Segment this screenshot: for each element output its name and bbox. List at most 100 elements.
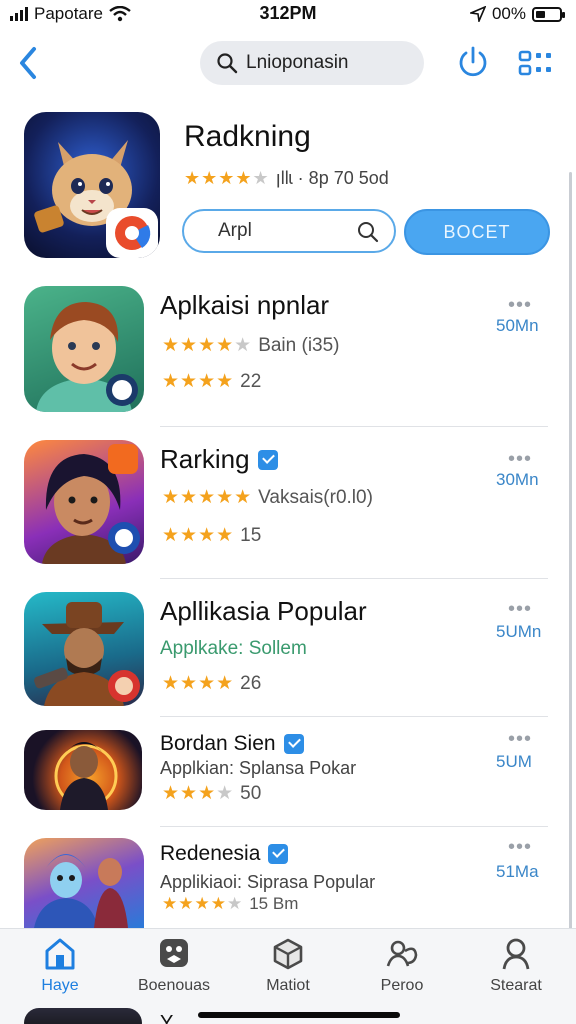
home-indicator[interactable]: [198, 1012, 400, 1018]
cat-mascot-icon: [34, 140, 158, 258]
verified-icon: [268, 844, 289, 864]
list-item[interactable]: Aplkaisi npnlar ★★★★★ Bain (i35) ★★★★ 22…: [0, 286, 576, 427]
box-icon: [273, 938, 303, 970]
star-rating-icon: ★★★★: [162, 673, 235, 694]
rating-count: 50: [240, 782, 262, 804]
character-icon: [34, 602, 140, 706]
more-icon[interactable]: •••: [508, 295, 532, 315]
tab-label: Matiot: [266, 977, 310, 994]
app-subtitle: Bain (i35): [258, 334, 340, 356]
divider: [160, 826, 548, 827]
tab-home[interactable]: Haye: [10, 937, 110, 995]
app-title: Aplkaisi npnlar: [160, 290, 330, 320]
back-chevron-icon[interactable]: [14, 44, 44, 82]
power-icon[interactable]: [456, 45, 490, 79]
app-title: Redenesia: [160, 842, 261, 865]
location-icon: [469, 6, 486, 22]
tab-label: Stearat: [490, 977, 542, 994]
status-bar: Papotare 312PM 00%: [0, 0, 576, 30]
app-subtitle-row: ★★★★★ Vaksais(r0.l0): [162, 486, 373, 509]
star-rating-icon: ★★★★★: [162, 894, 244, 913]
list-item[interactable]: Apllikasia Popular Applkake: Sollem ★★★★…: [0, 592, 576, 722]
app-subtitle: Applikiaoi: Siprasa Popular: [160, 872, 376, 892]
app-rating: ★★★★ 26: [162, 672, 261, 695]
character-icon: [36, 302, 138, 412]
tab-label: Boenouas: [137, 977, 211, 994]
search-field[interactable]: Lnioponasin: [200, 41, 424, 85]
app-size: 5UMn: [496, 622, 542, 641]
tab-people[interactable]: Peroo: [352, 937, 452, 995]
featured-input-value: Arpl: [218, 220, 252, 241]
character-icon: [34, 854, 128, 928]
get-button[interactable]: BOCET: [404, 209, 550, 255]
app-title-row: Redenesia: [160, 842, 289, 866]
app-title-row: Bordan Sien: [160, 732, 304, 756]
search-icon: [217, 53, 238, 74]
search-icon: [358, 222, 379, 243]
list-item[interactable]: Bordan Sien Applkian: Splansa Pokar ★★★★…: [0, 729, 576, 840]
featured-app-icon[interactable]: [24, 112, 160, 258]
grid-menu-icon[interactable]: [518, 48, 554, 78]
app-title: Bordan Sien: [160, 732, 276, 755]
games-icon: [160, 939, 188, 967]
divider: [160, 426, 548, 427]
verified-icon: [283, 734, 304, 754]
search-placeholder: Lnioponasin: [246, 52, 349, 73]
app-icon: [24, 838, 144, 928]
list-item[interactable]: Rarking ★★★★★ Vaksais(r0.l0) ★★★★ 15 •••…: [0, 440, 576, 580]
app-title-row: Rarking: [160, 444, 278, 475]
app-subtitle: Vaksais(r0.l0): [258, 486, 373, 508]
app-rating: ★★★★ 50: [162, 782, 261, 805]
featured-rating: ★★★★★ ꞁllɩ · 8p 70 5od: [184, 168, 389, 189]
tab-search[interactable]: Stearat: [466, 937, 566, 995]
app-subtitle: Applkian: Splansa Pokar: [160, 758, 357, 778]
app-icon: [24, 730, 142, 810]
more-icon[interactable]: •••: [508, 599, 532, 619]
rating-count: 15 Bm: [249, 894, 299, 913]
tab-label: Peroo: [380, 977, 424, 994]
tab-apps[interactable]: Matiot: [238, 937, 338, 995]
battery-percent: 00%: [491, 4, 526, 23]
verified-icon: [257, 449, 278, 470]
character-icon: [42, 444, 140, 564]
app-rating: ★★★★★ 15 Bm: [162, 894, 298, 914]
battery-icon: [532, 6, 565, 22]
app-rating: ★★★★ 15: [162, 524, 261, 547]
rating-count: 26: [240, 672, 262, 694]
peek-app-icon: [24, 1008, 142, 1024]
more-icon[interactable]: •••: [508, 449, 532, 469]
app-title: Rarking: [160, 444, 250, 474]
star-rating-icon: ★★★★★: [162, 487, 253, 508]
featured-app: Radkning ★★★★★ ꞁllɩ · 8p 70 5od Arpl BOC…: [0, 112, 576, 262]
featured-input[interactable]: Arpl: [182, 209, 396, 253]
divider: [160, 716, 548, 717]
app-icon: [24, 440, 144, 564]
list-item[interactable]: Redenesia Applikiaoi: Siprasa Popular ★★…: [0, 837, 576, 938]
app-title: Apllikasia Popular: [160, 596, 367, 626]
star-rating-icon: ★★★★: [162, 783, 235, 804]
more-icon[interactable]: •••: [508, 837, 532, 857]
app-subtitle-text: Applkake: Sollem: [160, 638, 307, 659]
people-icon: [386, 940, 418, 967]
person-icon: [502, 938, 530, 970]
tab-games[interactable]: Boenouas: [124, 937, 224, 995]
app-size: 5UM: [496, 752, 532, 771]
peek-app-title: Y: [160, 1012, 174, 1024]
rating-count: 15: [240, 524, 262, 546]
more-icon[interactable]: •••: [508, 729, 532, 749]
app-size: 30Mn: [496, 470, 539, 489]
character-icon: [54, 742, 118, 810]
divider: [160, 578, 548, 579]
app-icon: [24, 286, 144, 412]
app-size: 50Mn: [496, 316, 539, 335]
featured-title: Radkning: [184, 120, 311, 153]
app-icon: [24, 592, 144, 706]
star-rating-icon: ★★★★: [162, 525, 235, 546]
star-rating-icon: ★★★★: [162, 371, 235, 392]
home-icon: [45, 938, 75, 970]
status-right: 00%: [469, 4, 565, 24]
nav-bar: Lnioponasin: [0, 36, 576, 92]
app-subtitle-row: ★★★★★ Bain (i35): [162, 334, 340, 357]
rating-count: 22: [240, 370, 262, 392]
star-rating-icon: ★★★★★: [184, 168, 270, 188]
